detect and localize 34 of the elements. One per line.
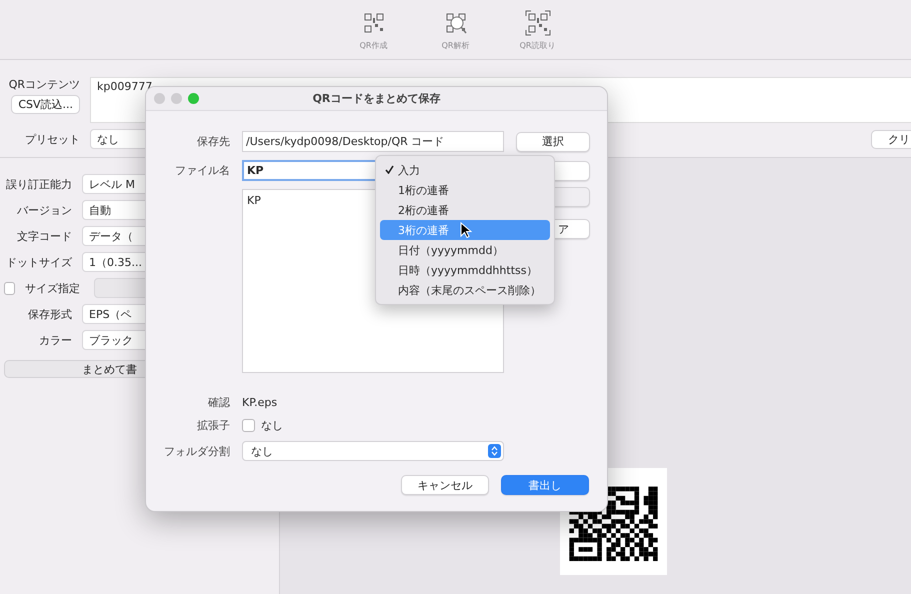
field-label: 拡張子 <box>196 418 230 433</box>
field-label: 確認 <box>207 395 230 410</box>
field-label: 誤り訂正能力 <box>6 176 72 192</box>
checkmark-icon <box>385 164 394 174</box>
destination-field[interactable]: /Users/kydp0098/Desktop/QR コード <box>242 131 504 152</box>
confirm-value: KP.eps <box>242 396 278 409</box>
field-label: ファイル名 <box>174 163 230 178</box>
choose-button[interactable]: 選択 <box>516 132 590 152</box>
checkbox-label: なし <box>261 418 283 433</box>
csv-load-button[interactable]: CSV読込... <box>11 95 80 114</box>
checkbox-label: サイズ指定 <box>25 280 80 296</box>
stepper-icon <box>491 446 498 456</box>
cancel-button[interactable]: キャンセル <box>401 475 489 495</box>
field-label: QRコンテンツ <box>8 77 80 92</box>
qr-scan-icon <box>524 10 550 36</box>
field-label: 保存先 <box>196 134 230 149</box>
close-button[interactable] <box>154 93 165 104</box>
folder-split-select[interactable]: なし <box>242 441 504 461</box>
export-button[interactable]: 書出し <box>501 475 589 495</box>
zoom-button[interactable] <box>188 93 199 104</box>
clear-button[interactable]: クリ <box>871 130 911 148</box>
menu-item[interactable]: 入力 <box>380 160 550 180</box>
field-label: フォルダ分割 <box>163 444 230 458</box>
checkbox[interactable] <box>242 419 255 432</box>
field-label: ドットサイズ <box>6 254 72 270</box>
field-label: プリセット <box>25 132 80 146</box>
checkbox[interactable] <box>4 282 16 294</box>
field-label: バージョン <box>17 202 72 218</box>
field-label: 保存形式 <box>28 306 72 322</box>
dialog-title: QRコードをまとめて保存 <box>312 91 440 106</box>
field-label: カラー <box>39 332 72 348</box>
mouse-cursor-icon <box>460 222 472 239</box>
minimize-button[interactable] <box>171 93 182 104</box>
field-label: 文字コード <box>17 228 72 244</box>
